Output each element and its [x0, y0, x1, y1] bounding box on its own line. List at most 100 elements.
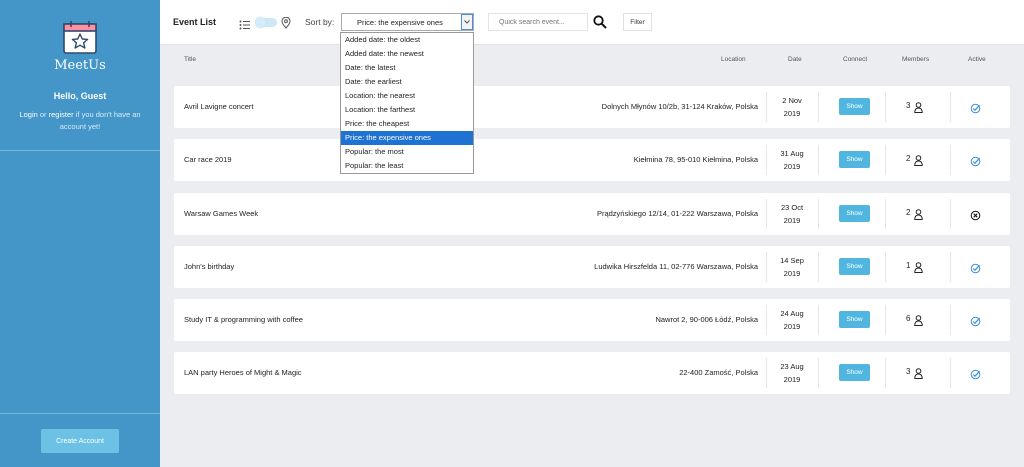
event-location: Ludwika Hirszfelda 11, 02-776 Warszawa, …	[594, 262, 758, 271]
event-date-year: 2019	[783, 109, 801, 118]
members-count: 3	[906, 367, 911, 376]
table-row[interactable]: Car race 2019 Kiełmina 78, 95-010 Kiełmin…	[174, 139, 1010, 181]
person-icon	[914, 313, 923, 331]
column-header-active: Active	[968, 56, 986, 63]
event-title: Avril Lavigne concert	[184, 102, 254, 111]
event-title: LAN party Heroes of Might & Magic	[184, 368, 302, 377]
register-link[interactable]: register	[49, 110, 74, 119]
event-date: 24 Aug 2019	[766, 307, 818, 333]
person-icon	[914, 100, 923, 118]
show-event-button[interactable]: Show	[839, 311, 870, 328]
person-icon	[914, 153, 923, 171]
show-event-button[interactable]: Show	[839, 205, 870, 222]
column-divider	[950, 199, 951, 229]
column-divider	[818, 92, 819, 122]
calendar-star-logo-icon	[62, 19, 98, 55]
login-link[interactable]: Login	[19, 110, 37, 119]
active-check-icon	[970, 314, 981, 332]
filter-button[interactable]: Filter	[623, 13, 652, 31]
sort-option[interactable]: Price: the cheapest	[341, 117, 473, 131]
sort-option[interactable]: Popular: the most	[341, 145, 473, 159]
sort-option[interactable]: Popular: the least	[341, 159, 473, 173]
event-date-year: 2019	[783, 375, 801, 384]
event-date: 2 Nov 2019	[766, 94, 818, 120]
table-row[interactable]: Warsaw Games Week Prądzyńskiego 12/14, 01…	[174, 193, 1010, 235]
sort-option[interactable]: Location: the farthest	[341, 103, 473, 117]
event-title: John's birthday	[184, 262, 235, 271]
show-event-button[interactable]: Show	[839, 258, 870, 275]
members-count: 2	[906, 154, 911, 163]
active-check-icon	[970, 154, 981, 172]
or-text: or	[37, 110, 49, 119]
column-divider	[885, 305, 886, 335]
sort-option[interactable]: Added date: the newest	[341, 47, 473, 61]
show-event-button[interactable]: Show	[839, 98, 870, 115]
view-toggle[interactable]	[255, 17, 277, 28]
event-date-day: 14 Sep	[780, 256, 804, 265]
list-view-icon[interactable]	[239, 17, 251, 35]
column-divider	[885, 252, 886, 282]
event-date-year: 2019	[783, 162, 801, 171]
brand-name: MeetUs	[54, 58, 106, 73]
toggle-knob	[255, 17, 266, 28]
event-date-day: 24 Aug	[780, 309, 804, 318]
column-header-members: Members	[902, 56, 930, 63]
event-date: 31 Aug 2019	[766, 147, 818, 173]
column-divider	[885, 199, 886, 229]
column-divider	[818, 145, 819, 175]
column-header-location: Location	[721, 56, 746, 63]
sort-option[interactable]: Price: the expensive ones	[341, 131, 473, 145]
column-divider	[818, 199, 819, 229]
sidebar: MeetUs Hello, Guest Login or register if…	[0, 0, 160, 467]
greeting: Hello, Guest	[53, 91, 107, 101]
column-divider	[885, 358, 886, 388]
search-icon[interactable]	[593, 15, 607, 34]
chevron-down-icon[interactable]	[461, 14, 473, 30]
inactive-x-icon	[970, 208, 981, 226]
map-pin-icon[interactable]	[281, 16, 291, 34]
search-input[interactable]	[488, 13, 588, 31]
column-header-date: Date	[788, 56, 802, 63]
sort-dropdown-menu: Added date: the oldest Added date: the ne…	[340, 32, 474, 174]
toolbar: Event List Sort by: Price: the expensive…	[160, 0, 1024, 45]
table-row[interactable]: John's birthday Ludwika Hirszfelda 11, 02…	[174, 246, 1010, 288]
event-date-day: 31 Aug	[780, 149, 804, 158]
event-date-day: 2 Nov	[782, 96, 802, 105]
sidebar-divider	[0, 150, 160, 151]
show-event-button[interactable]: Show	[839, 364, 870, 381]
column-header-title: Title	[184, 56, 197, 63]
column-divider	[818, 305, 819, 335]
column-divider	[885, 145, 886, 175]
event-date: 23 Aug 2019	[766, 360, 818, 386]
column-divider	[885, 92, 886, 122]
sort-select[interactable]: Price: the expensive ones	[341, 13, 474, 31]
table-row[interactable]: Study IT & programming with coffee Nawrot…	[174, 299, 1010, 341]
person-icon	[914, 207, 923, 225]
column-divider	[950, 305, 951, 335]
event-date-day: 23 Aug	[780, 362, 804, 371]
sort-option[interactable]: Date: the earliest	[341, 75, 473, 89]
column-divider	[950, 92, 951, 122]
table-row[interactable]: LAN party Heroes of Might & Magic 22-400 …	[174, 352, 1010, 394]
members-count: 6	[906, 314, 911, 323]
sort-label: Sort by:	[305, 17, 335, 27]
table-row[interactable]: Avril Lavigne concert Dolnych Młynów 10/2…	[174, 86, 1010, 128]
active-check-icon	[970, 367, 981, 385]
sort-select-value: Price: the expensive ones	[357, 18, 443, 27]
column-divider	[950, 358, 951, 388]
show-event-button[interactable]: Show	[839, 151, 870, 168]
column-divider	[818, 252, 819, 282]
event-title: Warsaw Games Week	[184, 209, 259, 218]
sort-option[interactable]: Location: the nearest	[341, 89, 473, 103]
sort-option[interactable]: Date: the latest	[341, 61, 473, 75]
person-icon	[914, 366, 923, 384]
active-check-icon	[970, 101, 981, 119]
active-check-icon	[970, 261, 981, 279]
sort-option[interactable]: Added date: the oldest	[341, 33, 473, 47]
page-title: Event List	[173, 17, 217, 27]
create-account-button[interactable]: Create Account	[41, 429, 119, 453]
sidebar-divider-bottom	[0, 413, 160, 414]
event-location: Prądzyńskiego 12/14, 01-222 Warszawa, Po…	[596, 209, 758, 218]
event-location: Dolnych Młynów 10/2b, 31-124 Kraków, Pol…	[601, 102, 758, 111]
event-title: Car race 2019	[184, 155, 232, 164]
